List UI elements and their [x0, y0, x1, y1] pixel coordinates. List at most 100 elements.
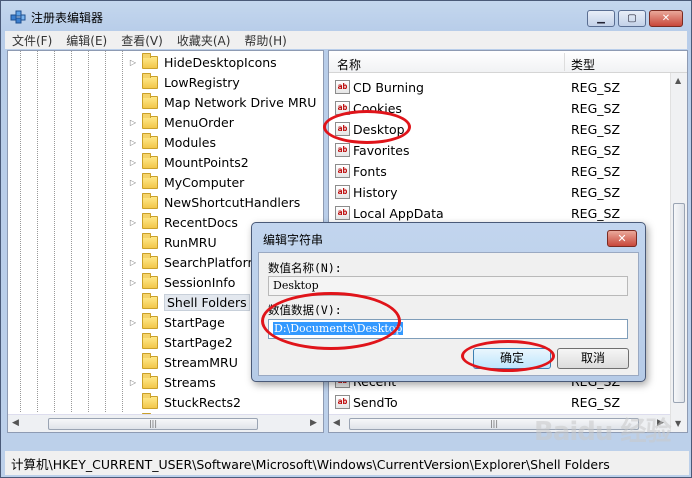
folder-icon	[142, 292, 158, 309]
expand-arrow-icon[interactable]: ▷	[128, 58, 138, 67]
list-item[interactable]: ab History REG_SZ	[329, 182, 669, 203]
registry-app-icon	[10, 10, 26, 24]
menu-favorites[interactable]: 收藏夹(A)	[170, 32, 238, 49]
regedit-window: 注册表编辑器 ▁ ▢ ✕ 文件(F) 编辑(E) 查看(V) 收藏夹(A) 帮助…	[0, 0, 692, 478]
tree-item-label: StuckRects2	[164, 394, 241, 410]
folder-icon	[142, 112, 158, 129]
dialog-close-button[interactable]: ✕	[607, 230, 637, 247]
list-item[interactable]: ab Local AppData REG_SZ	[329, 203, 669, 224]
value-name: Fonts	[353, 164, 387, 179]
tree-item[interactable]: ▷ MenuOrder	[128, 112, 323, 132]
folder-icon	[142, 352, 158, 369]
menu-file[interactable]: 文件(F)	[5, 32, 59, 49]
tree-guide-line	[20, 51, 21, 412]
menu-bar: 文件(F) 编辑(E) 查看(V) 收藏夹(A) 帮助(H)	[5, 31, 687, 49]
tree-guide-line	[105, 51, 106, 412]
title-bar: 注册表编辑器 ▁ ▢ ✕	[1, 1, 691, 31]
tree-item-label: MountPoints2	[164, 154, 249, 170]
folder-icon	[142, 52, 158, 69]
list-vertical-scrollbar[interactable]: ▲ ▼	[670, 73, 687, 432]
tree-item[interactable]: ▷ MountPoints2	[128, 152, 323, 172]
tree-item[interactable]: Map Network Drive MRU	[128, 92, 323, 112]
expand-arrow-icon[interactable]: ▷	[128, 178, 138, 187]
value-name: History	[353, 185, 398, 200]
folder-icon	[142, 372, 158, 389]
list-header: 名称 类型	[329, 51, 687, 73]
maximize-button[interactable]: ▢	[618, 10, 646, 27]
tree-item-label: StartPage	[164, 314, 225, 330]
scroll-thumb[interactable]: |||	[48, 418, 258, 430]
value-type: REG_SZ	[571, 101, 621, 116]
folder-icon	[142, 332, 158, 349]
expand-arrow-icon[interactable]: ▷	[128, 258, 138, 267]
scroll-down-icon[interactable]: ▼	[675, 419, 681, 428]
tree-item-label: StartPage2	[164, 334, 233, 350]
value-type: REG_SZ	[571, 80, 621, 95]
expand-arrow-icon[interactable]: ▷	[128, 318, 138, 327]
folder-icon	[142, 312, 158, 329]
menu-view[interactable]: 查看(V)	[114, 32, 170, 49]
menu-help[interactable]: 帮助(H)	[237, 32, 293, 49]
expand-arrow-icon[interactable]: ▷	[128, 378, 138, 387]
value-name: Favorites	[353, 143, 410, 158]
tree-guide-line	[37, 51, 38, 412]
scroll-up-icon[interactable]: ▲	[675, 76, 681, 85]
tree-item-label: SessionInfo	[164, 274, 236, 290]
folder-icon	[142, 392, 158, 409]
column-header-type[interactable]: 类型	[571, 56, 595, 73]
tree-guide-line	[71, 51, 72, 412]
expand-arrow-icon[interactable]: ▷	[128, 158, 138, 167]
value-name: SendTo	[353, 395, 398, 410]
string-value-icon: ab	[335, 395, 350, 409]
tree-item[interactable]: StuckRects2	[128, 392, 323, 412]
value-name: CD Burning	[353, 80, 424, 95]
tree-item[interactable]: NewShortcutHandlers	[128, 192, 323, 212]
expand-arrow-icon[interactable]: ▷	[128, 218, 138, 227]
menu-edit[interactable]: 编辑(E)	[59, 32, 114, 49]
column-header-name[interactable]: 名称	[337, 56, 361, 73]
folder-icon	[142, 212, 158, 229]
folder-icon	[142, 172, 158, 189]
tree-item-label: Map Network Drive MRU	[164, 94, 317, 110]
scroll-left-icon[interactable]: ◀	[333, 418, 340, 428]
tree-item[interactable]: ▷ Modules	[128, 132, 323, 152]
list-item[interactable]: ab CD Burning REG_SZ	[329, 77, 669, 98]
folder-icon	[142, 132, 158, 149]
tree-item[interactable]: ▷ MyComputer	[128, 172, 323, 192]
column-separator[interactable]	[564, 53, 565, 71]
minimize-icon: ▁	[597, 13, 605, 24]
value-name-label: 数值名称(N):	[268, 261, 342, 275]
minimize-button[interactable]: ▁	[587, 10, 615, 27]
annotation-oval-ok	[461, 340, 555, 372]
maximize-icon: ▢	[627, 13, 637, 24]
expand-arrow-icon[interactable]: ▷	[128, 118, 138, 127]
tree-guide-line	[54, 51, 55, 412]
annotation-oval-data	[261, 292, 401, 350]
tree-item[interactable]: ▷ HideDesktopIcons	[128, 52, 323, 72]
list-item[interactable]: ab Fonts REG_SZ	[329, 161, 669, 182]
status-bar: 计算机\HKEY_CURRENT_USER\Software\Microsoft…	[5, 451, 689, 475]
expand-arrow-icon[interactable]: ▷	[128, 278, 138, 287]
expand-arrow-icon[interactable]: ▷	[128, 138, 138, 147]
tree-item-label: Shell Folders	[164, 293, 250, 311]
scroll-left-icon[interactable]: ◀	[12, 418, 19, 428]
close-icon: ✕	[617, 232, 627, 245]
scroll-thumb[interactable]	[673, 203, 685, 403]
value-type: REG_SZ	[571, 206, 621, 221]
tree-item-label: Modules	[164, 134, 216, 150]
dialog-title: 编辑字符串	[263, 233, 324, 247]
close-button[interactable]: ✕	[649, 10, 683, 27]
value-type: REG_SZ	[571, 143, 621, 158]
tree-item-label: LowRegistry	[164, 74, 240, 90]
list-item[interactable]: ab SendTo REG_SZ	[329, 392, 669, 413]
tree-item[interactable]: LowRegistry	[128, 72, 323, 92]
tree-horizontal-scrollbar[interactable]: ◀ ||| ▶	[8, 414, 323, 432]
string-value-icon: ab	[335, 143, 350, 157]
scroll-right-icon[interactable]: ▶	[310, 418, 317, 428]
close-icon: ✕	[661, 13, 671, 24]
string-value-icon: ab	[335, 80, 350, 94]
value-type: REG_SZ	[571, 164, 621, 179]
tree-item-label: RunMRU	[164, 234, 217, 250]
cancel-button[interactable]: 取消	[557, 348, 629, 369]
folder-icon	[142, 92, 158, 109]
